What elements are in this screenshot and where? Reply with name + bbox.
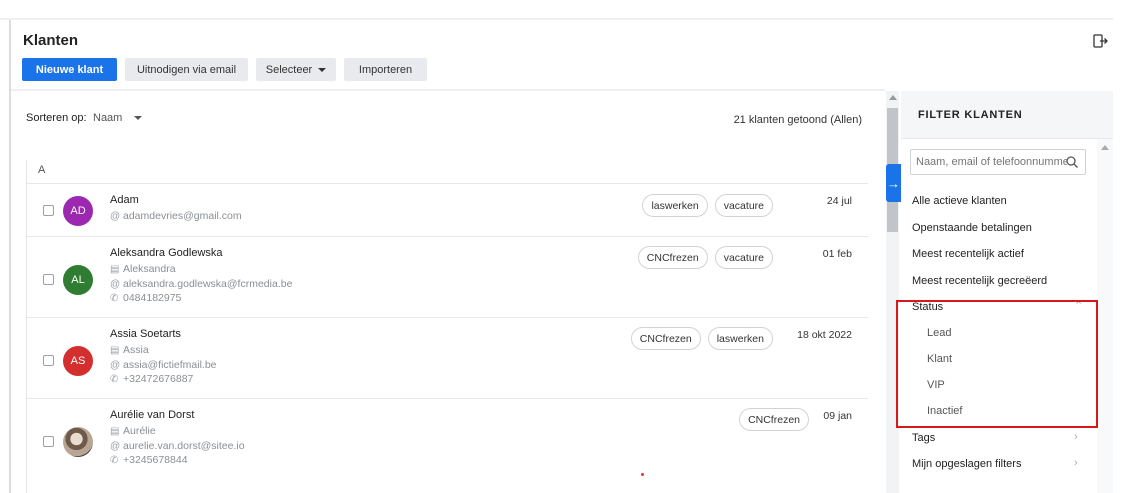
phone-icon: ✆: [110, 292, 119, 304]
search-icon[interactable]: [1065, 155, 1079, 169]
tag-list: CNCfrezen vacature: [637, 246, 773, 269]
client-email: @ aleksandra.godlewska@fcrmedia.be: [110, 278, 292, 290]
scroll-up-icon[interactable]: [889, 95, 897, 100]
filter-panel: FILTER KLANTEN Alle actieve klanten Open…: [901, 91, 1113, 493]
tag-list: CNCfrezen laswerken: [630, 327, 773, 350]
email-text: aleksandra.godlewska@fcrmedia.be: [123, 278, 293, 290]
client-firstname: ▤ Aleksandra: [110, 263, 176, 275]
client-phone: ✆ +32472676887: [110, 373, 193, 385]
phone-text: +3245678844: [123, 454, 188, 466]
filter-tags-toggle[interactable]: Tags: [912, 432, 1082, 444]
row-checkbox[interactable]: [43, 274, 54, 285]
row-date: 18 okt 2022: [797, 329, 852, 341]
filter-panel-header: FILTER KLANTEN: [901, 91, 1113, 139]
filter-saved-toggle[interactable]: Mijn opgeslagen filters: [912, 458, 1082, 470]
avatar: AL: [63, 265, 93, 295]
client-row[interactable]: Aurélie van Dorst ▤ Aurélie @ aurelie.va…: [27, 399, 868, 493]
new-client-button[interactable]: Nieuwe klant: [22, 58, 117, 81]
sort-label: Sorteren op:: [26, 112, 87, 124]
group-letter: A: [38, 164, 46, 176]
tag[interactable]: CNCfrezen: [637, 246, 708, 269]
id-card-icon: ▤: [110, 263, 120, 275]
tag[interactable]: laswerken: [707, 327, 773, 350]
client-email: @ assia@fictiefmail.be: [110, 359, 217, 371]
header-divider: [11, 89, 885, 91]
chevron-right-icon[interactable]: ›: [1074, 457, 1078, 469]
avatar: AD: [63, 196, 93, 226]
client-name[interactable]: Adam: [110, 194, 139, 206]
row-checkbox[interactable]: [43, 205, 54, 216]
chevron-right-icon[interactable]: ›: [1074, 431, 1078, 443]
client-row[interactable]: AS Assia Soetarts ▤ Assia @ assia@fictie…: [27, 318, 868, 399]
filter-all-active[interactable]: Alle actieve klanten: [912, 195, 1082, 207]
email-text: assia@fictiefmail.be: [123, 359, 217, 371]
row-checkbox[interactable]: [43, 436, 54, 447]
phone-text: +32472676887: [123, 373, 194, 385]
select-label: Selecteer: [265, 63, 313, 76]
email-text: adamdevries@gmail.com: [123, 210, 242, 222]
firstname-text: Aleksandra: [123, 263, 176, 275]
scroll-up-icon[interactable]: [1101, 145, 1109, 150]
row-checkbox[interactable]: [43, 355, 54, 366]
top-border: [0, 18, 1113, 20]
page-title: Klanten: [23, 32, 79, 49]
email-text: aurelie.van.dorst@sitee.io: [123, 440, 245, 452]
client-email: @ aurelie.van.dorst@sitee.io: [110, 440, 245, 452]
client-phone: ✆ +3245678844: [110, 454, 188, 466]
client-firstname: ▤ Assia: [110, 344, 149, 356]
client-name[interactable]: Aleksandra Godlewska: [110, 247, 223, 259]
client-phone: ✆ 0484182975: [110, 292, 181, 304]
row-date: 01 feb: [822, 248, 852, 260]
client-row[interactable]: AL Aleksandra Godlewska ▤ Aleksandra @ a…: [27, 237, 868, 318]
arrow-right-icon: →: [887, 175, 900, 191]
at-icon: @: [110, 359, 121, 371]
filter-recent-created[interactable]: Meest recentelijk gecreëerd: [912, 275, 1082, 287]
id-card-icon: ▤: [110, 344, 120, 356]
client-email: @ adamdevries@gmail.com: [110, 210, 242, 222]
at-icon: @: [110, 210, 121, 222]
at-icon: @: [110, 440, 121, 452]
at-icon: @: [110, 278, 121, 290]
tag-list: laswerken vacature: [642, 194, 773, 217]
client-firstname: ▤ Aurélie: [110, 425, 156, 437]
avatar-photo: [63, 427, 93, 457]
phone-icon: ✆: [110, 373, 119, 385]
filter-open-payments[interactable]: Openstaande betalingen: [912, 222, 1082, 234]
select-dropdown-button[interactable]: Selecteer: [256, 58, 336, 81]
collapse-panel-button[interactable]: →: [886, 164, 901, 202]
logout-icon[interactable]: [1092, 33, 1108, 49]
client-row[interactable]: AD Adam @ adamdevries@gmail.com laswerke…: [27, 184, 868, 237]
sort-caret-icon[interactable]: [134, 116, 142, 120]
row-date: 24 jul: [826, 195, 852, 207]
indicator-dot: [641, 473, 644, 476]
caret-down-icon: [318, 67, 327, 72]
row-date: 09 jan: [823, 410, 852, 422]
status-highlight-box: [896, 300, 1098, 428]
tag[interactable]: vacature: [714, 194, 773, 217]
phone-text: 0484182975: [123, 292, 182, 304]
sort-select[interactable]: Naam: [93, 112, 122, 124]
avatar: AS: [63, 346, 93, 376]
filter-recent-active[interactable]: Meest recentelijk actief: [912, 248, 1082, 260]
firstname-text: Aurélie: [123, 425, 156, 437]
filter-panel-title: FILTER KLANTEN: [918, 109, 1023, 121]
import-button[interactable]: Importeren: [344, 58, 427, 81]
client-name[interactable]: Assia Soetarts: [110, 328, 181, 340]
tag[interactable]: CNCfrezen: [630, 327, 701, 350]
tag[interactable]: CNCfrezen: [739, 408, 809, 431]
id-card-icon: ▤: [110, 425, 120, 437]
firstname-text: Assia: [123, 344, 149, 356]
filter-scrollbar[interactable]: [1097, 139, 1113, 493]
client-name[interactable]: Aurélie van Dorst: [110, 409, 194, 421]
tag-list: CNCfrezen: [739, 408, 809, 431]
tag[interactable]: laswerken: [642, 194, 708, 217]
invite-email-button[interactable]: Uitnodigen via email: [125, 58, 248, 81]
tag[interactable]: vacature: [714, 246, 773, 269]
client-count: 21 klanten getoond (Allen): [733, 114, 862, 126]
phone-icon: ✆: [110, 454, 119, 466]
filter-search-input[interactable]: [910, 149, 1086, 175]
